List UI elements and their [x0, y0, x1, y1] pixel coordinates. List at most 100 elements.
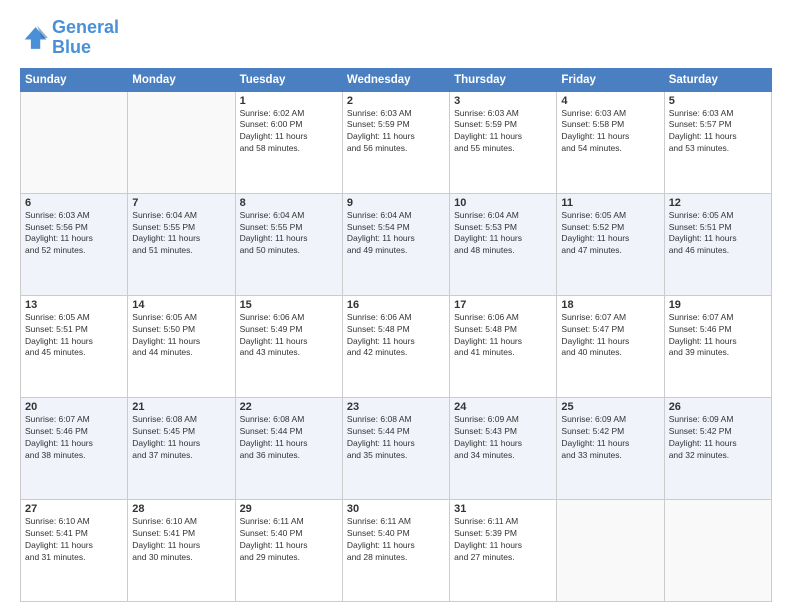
day-number: 31 — [454, 503, 552, 515]
day-number: 10 — [454, 197, 552, 209]
day-detail: Sunrise: 6:05 AM Sunset: 5:52 PM Dayligh… — [561, 210, 659, 258]
calendar-cell: 29Sunrise: 6:11 AM Sunset: 5:40 PM Dayli… — [235, 499, 342, 601]
calendar-cell: 20Sunrise: 6:07 AM Sunset: 5:46 PM Dayli… — [21, 397, 128, 499]
page: General Blue SundayMondayTuesdayWednesda… — [0, 0, 792, 612]
day-detail: Sunrise: 6:03 AM Sunset: 5:59 PM Dayligh… — [347, 108, 445, 156]
day-number: 13 — [25, 299, 123, 311]
day-number: 29 — [240, 503, 338, 515]
logo-icon — [20, 24, 48, 52]
day-detail: Sunrise: 6:04 AM Sunset: 5:53 PM Dayligh… — [454, 210, 552, 258]
logo-text: General Blue — [52, 18, 119, 58]
day-detail: Sunrise: 6:09 AM Sunset: 5:42 PM Dayligh… — [669, 414, 767, 462]
calendar-cell: 12Sunrise: 6:05 AM Sunset: 5:51 PM Dayli… — [664, 193, 771, 295]
day-number: 8 — [240, 197, 338, 209]
calendar-cell: 22Sunrise: 6:08 AM Sunset: 5:44 PM Dayli… — [235, 397, 342, 499]
day-detail: Sunrise: 6:03 AM Sunset: 5:56 PM Dayligh… — [25, 210, 123, 258]
day-number: 16 — [347, 299, 445, 311]
header-day-sunday: Sunday — [21, 68, 128, 91]
day-number: 24 — [454, 401, 552, 413]
calendar-cell: 23Sunrise: 6:08 AM Sunset: 5:44 PM Dayli… — [342, 397, 449, 499]
day-number: 3 — [454, 95, 552, 107]
day-number: 25 — [561, 401, 659, 413]
day-detail: Sunrise: 6:03 AM Sunset: 5:57 PM Dayligh… — [669, 108, 767, 156]
day-number: 30 — [347, 503, 445, 515]
day-number: 27 — [25, 503, 123, 515]
calendar-cell — [664, 499, 771, 601]
calendar-cell: 7Sunrise: 6:04 AM Sunset: 5:55 PM Daylig… — [128, 193, 235, 295]
calendar-table: SundayMondayTuesdayWednesdayThursdayFrid… — [20, 68, 772, 602]
day-detail: Sunrise: 6:08 AM Sunset: 5:44 PM Dayligh… — [347, 414, 445, 462]
day-detail: Sunrise: 6:11 AM Sunset: 5:40 PM Dayligh… — [240, 516, 338, 564]
day-detail: Sunrise: 6:05 AM Sunset: 5:50 PM Dayligh… — [132, 312, 230, 360]
day-number: 12 — [669, 197, 767, 209]
day-number: 18 — [561, 299, 659, 311]
day-detail: Sunrise: 6:07 AM Sunset: 5:46 PM Dayligh… — [669, 312, 767, 360]
calendar-cell: 6Sunrise: 6:03 AM Sunset: 5:56 PM Daylig… — [21, 193, 128, 295]
calendar-cell: 27Sunrise: 6:10 AM Sunset: 5:41 PM Dayli… — [21, 499, 128, 601]
header-day-wednesday: Wednesday — [342, 68, 449, 91]
calendar-cell: 8Sunrise: 6:04 AM Sunset: 5:55 PM Daylig… — [235, 193, 342, 295]
day-number: 14 — [132, 299, 230, 311]
calendar-body: 1Sunrise: 6:02 AM Sunset: 6:00 PM Daylig… — [21, 91, 772, 601]
day-number: 17 — [454, 299, 552, 311]
day-number: 22 — [240, 401, 338, 413]
header-day-saturday: Saturday — [664, 68, 771, 91]
week-row-1: 1Sunrise: 6:02 AM Sunset: 6:00 PM Daylig… — [21, 91, 772, 193]
calendar-cell: 1Sunrise: 6:02 AM Sunset: 6:00 PM Daylig… — [235, 91, 342, 193]
day-number: 7 — [132, 197, 230, 209]
calendar-cell: 24Sunrise: 6:09 AM Sunset: 5:43 PM Dayli… — [450, 397, 557, 499]
calendar-cell: 28Sunrise: 6:10 AM Sunset: 5:41 PM Dayli… — [128, 499, 235, 601]
calendar-cell — [557, 499, 664, 601]
calendar-cell: 25Sunrise: 6:09 AM Sunset: 5:42 PM Dayli… — [557, 397, 664, 499]
day-detail: Sunrise: 6:11 AM Sunset: 5:39 PM Dayligh… — [454, 516, 552, 564]
day-detail: Sunrise: 6:07 AM Sunset: 5:46 PM Dayligh… — [25, 414, 123, 462]
day-number: 4 — [561, 95, 659, 107]
day-number: 1 — [240, 95, 338, 107]
day-detail: Sunrise: 6:10 AM Sunset: 5:41 PM Dayligh… — [25, 516, 123, 564]
week-row-3: 13Sunrise: 6:05 AM Sunset: 5:51 PM Dayli… — [21, 295, 772, 397]
day-detail: Sunrise: 6:10 AM Sunset: 5:41 PM Dayligh… — [132, 516, 230, 564]
week-row-4: 20Sunrise: 6:07 AM Sunset: 5:46 PM Dayli… — [21, 397, 772, 499]
day-detail: Sunrise: 6:02 AM Sunset: 6:00 PM Dayligh… — [240, 108, 338, 156]
logo: General Blue — [20, 18, 119, 58]
day-number: 26 — [669, 401, 767, 413]
day-detail: Sunrise: 6:06 AM Sunset: 5:48 PM Dayligh… — [347, 312, 445, 360]
day-detail: Sunrise: 6:04 AM Sunset: 5:54 PM Dayligh… — [347, 210, 445, 258]
calendar-cell: 30Sunrise: 6:11 AM Sunset: 5:40 PM Dayli… — [342, 499, 449, 601]
calendar-header: SundayMondayTuesdayWednesdayThursdayFrid… — [21, 68, 772, 91]
day-detail: Sunrise: 6:06 AM Sunset: 5:49 PM Dayligh… — [240, 312, 338, 360]
day-number: 5 — [669, 95, 767, 107]
day-number: 28 — [132, 503, 230, 515]
calendar-cell: 15Sunrise: 6:06 AM Sunset: 5:49 PM Dayli… — [235, 295, 342, 397]
calendar-cell: 5Sunrise: 6:03 AM Sunset: 5:57 PM Daylig… — [664, 91, 771, 193]
header-day-monday: Monday — [128, 68, 235, 91]
day-detail: Sunrise: 6:11 AM Sunset: 5:40 PM Dayligh… — [347, 516, 445, 564]
calendar-cell — [21, 91, 128, 193]
day-detail: Sunrise: 6:03 AM Sunset: 5:58 PM Dayligh… — [561, 108, 659, 156]
calendar-cell: 3Sunrise: 6:03 AM Sunset: 5:59 PM Daylig… — [450, 91, 557, 193]
calendar-cell: 13Sunrise: 6:05 AM Sunset: 5:51 PM Dayli… — [21, 295, 128, 397]
calendar-cell: 16Sunrise: 6:06 AM Sunset: 5:48 PM Dayli… — [342, 295, 449, 397]
day-number: 2 — [347, 95, 445, 107]
calendar-cell: 19Sunrise: 6:07 AM Sunset: 5:46 PM Dayli… — [664, 295, 771, 397]
calendar-cell — [128, 91, 235, 193]
day-number: 21 — [132, 401, 230, 413]
day-number: 20 — [25, 401, 123, 413]
calendar-cell: 18Sunrise: 6:07 AM Sunset: 5:47 PM Dayli… — [557, 295, 664, 397]
day-detail: Sunrise: 6:04 AM Sunset: 5:55 PM Dayligh… — [240, 210, 338, 258]
header-day-thursday: Thursday — [450, 68, 557, 91]
header: General Blue — [20, 18, 772, 58]
calendar-cell: 2Sunrise: 6:03 AM Sunset: 5:59 PM Daylig… — [342, 91, 449, 193]
day-number: 15 — [240, 299, 338, 311]
calendar-cell: 11Sunrise: 6:05 AM Sunset: 5:52 PM Dayli… — [557, 193, 664, 295]
day-number: 6 — [25, 197, 123, 209]
calendar-cell: 4Sunrise: 6:03 AM Sunset: 5:58 PM Daylig… — [557, 91, 664, 193]
day-number: 19 — [669, 299, 767, 311]
header-day-tuesday: Tuesday — [235, 68, 342, 91]
day-number: 11 — [561, 197, 659, 209]
calendar-cell: 14Sunrise: 6:05 AM Sunset: 5:50 PM Dayli… — [128, 295, 235, 397]
calendar-cell: 21Sunrise: 6:08 AM Sunset: 5:45 PM Dayli… — [128, 397, 235, 499]
day-detail: Sunrise: 6:05 AM Sunset: 5:51 PM Dayligh… — [669, 210, 767, 258]
calendar-cell: 10Sunrise: 6:04 AM Sunset: 5:53 PM Dayli… — [450, 193, 557, 295]
day-detail: Sunrise: 6:06 AM Sunset: 5:48 PM Dayligh… — [454, 312, 552, 360]
